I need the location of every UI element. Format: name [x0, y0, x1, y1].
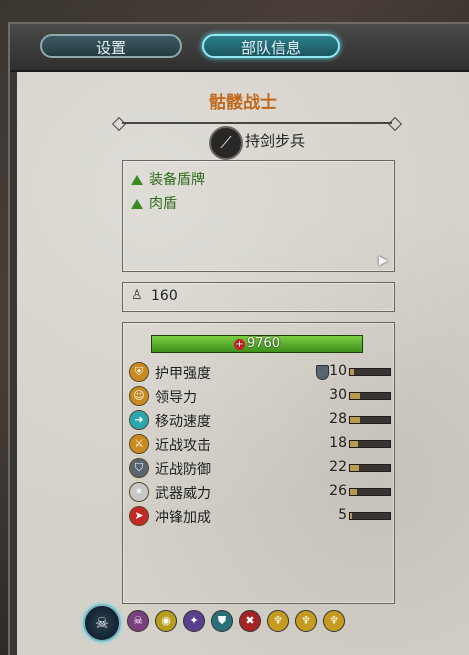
attributes-box: 装备盾牌 肉盾 ▶ [122, 160, 395, 272]
fear-icon[interactable]: ✖ [239, 610, 261, 632]
shield-buff-icon[interactable]: ⛊ [211, 610, 233, 632]
stat-label: 冲锋加成 [155, 510, 211, 526]
sword-icon: ⟋ [209, 126, 243, 160]
health-plus-icon: + [233, 339, 245, 350]
stat-bar [349, 440, 391, 448]
unit-panel: 设置 部队信息 骷髅战士 ⟋ 持剑步兵 装备盾牌 肉盾 ▶ ♙ 160 +976… [0, 0, 469, 655]
expand-arrow-icon[interactable]: ▶ [379, 253, 388, 267]
stat-label: 近战防御 [155, 462, 211, 478]
stat-bar [349, 368, 391, 376]
unit-type-label: 持剑步兵 [245, 132, 306, 150]
undead-icon[interactable]: ♆ [267, 610, 289, 632]
unit-portrait[interactable]: ☠ [83, 604, 121, 642]
stat-bar [349, 416, 391, 424]
attribute-label: 装备盾牌 [149, 172, 205, 188]
stat-bar-fill [350, 417, 360, 423]
stat-bar [349, 392, 391, 400]
tab-unit-info[interactable]: 部队信息 [202, 34, 340, 58]
health-value: 9760 [246, 336, 281, 351]
undead-icon[interactable]: ♆ [323, 610, 345, 632]
tab-settings[interactable]: 设置 [40, 34, 182, 58]
up-triangle-icon [131, 199, 143, 209]
stat-bar-fill [350, 489, 358, 495]
stat-bar-fill [350, 393, 360, 399]
stat-bar-fill [350, 441, 358, 447]
upkeep-box: ♙ 160 [122, 282, 395, 312]
eye-icon[interactable]: ◉ [155, 610, 177, 632]
attribute-item[interactable]: 肉盾 [131, 193, 177, 213]
melee-attack-icon: ⚔ [129, 434, 149, 454]
leadership-icon: ☺ [129, 386, 149, 406]
health-bar[interactable]: +9760 [151, 335, 363, 353]
stat-row[interactable]: ⛨ 护甲强度 10 [129, 361, 391, 383]
stat-row[interactable]: ➤ 冲锋加成 5 [129, 505, 391, 527]
stat-value: 28 [329, 411, 347, 427]
stat-value: 5 [338, 507, 347, 523]
stat-value: 22 [329, 459, 347, 475]
stat-label: 护甲强度 [155, 366, 211, 382]
weapon-strength-icon: ✶ [129, 482, 149, 502]
stat-label: 近战攻击 [155, 438, 211, 454]
attribute-item[interactable]: 装备盾牌 [131, 169, 205, 189]
charge-bonus-icon: ➤ [129, 506, 149, 526]
stat-row[interactable]: ☺ 领导力 30 [129, 385, 391, 407]
melee-defence-icon: ⛉ [129, 458, 149, 478]
stat-value: 18 [329, 435, 347, 451]
stat-value: 26 [329, 483, 347, 499]
stat-label: 移动速度 [155, 414, 211, 430]
unit-name: 骷髅战士 [209, 93, 277, 113]
stat-row[interactable]: ⛉ 近战防御 22 [129, 457, 391, 479]
stat-bar [349, 488, 391, 496]
stat-bar-fill [350, 369, 354, 375]
armor-icon: ⛨ [129, 362, 149, 382]
stat-value: 30 [329, 387, 347, 403]
stat-label: 领导力 [155, 390, 197, 406]
up-triangle-icon [131, 175, 143, 185]
stat-bar-fill [350, 465, 359, 471]
upkeep-icon: ♙ [131, 288, 143, 303]
title-divider [122, 122, 392, 124]
stat-bar-fill [350, 513, 352, 519]
speed-icon: ➜ [129, 410, 149, 430]
stat-bar [349, 464, 391, 472]
armor-shield-icon [316, 365, 329, 380]
unit-card: 骷髅战士 ⟋ 持剑步兵 装备盾牌 肉盾 ▶ ♙ 160 +9760 ⛨ 护甲强度 1… [17, 72, 469, 655]
attribute-label: 肉盾 [149, 196, 177, 212]
tab-bar: 设置 部队信息 [10, 24, 469, 72]
terror-icon[interactable]: ✦ [183, 610, 205, 632]
skull-icon[interactable]: ☠ [127, 610, 149, 632]
stat-label: 武器威力 [155, 486, 211, 502]
stat-bar [349, 512, 391, 520]
stat-value: 10 [329, 363, 347, 379]
stat-row[interactable]: ✶ 武器威力 26 [129, 481, 391, 503]
upkeep-value: 160 [151, 288, 178, 304]
stat-row[interactable]: ➜ 移动速度 28 [129, 409, 391, 431]
stat-row[interactable]: ⚔ 近战攻击 18 [129, 433, 391, 455]
undead-icon[interactable]: ♆ [295, 610, 317, 632]
stats-box: +9760 ⛨ 护甲强度 10 ☺ 领导力 30 ➜ 移动速度 28 ⚔ 近战攻击 18 ⛉ 近战防御 22… [122, 322, 395, 604]
ability-bar: ☠ ☠ ◉ ✦ ⛊ ✖ ♆ ♆ ♆ [17, 604, 469, 652]
